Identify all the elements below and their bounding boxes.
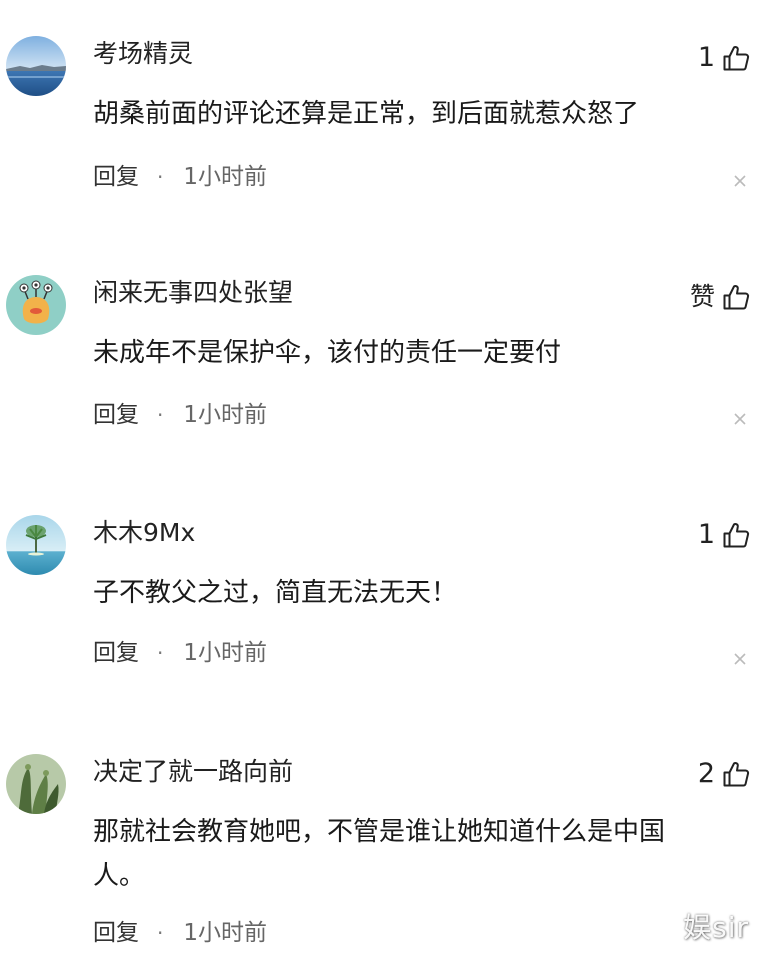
separator-dot: · bbox=[157, 921, 164, 945]
comment-text: 未成年不是保护伞，该付的责任一定要付 bbox=[93, 338, 562, 368]
like-count: 1 bbox=[697, 42, 715, 73]
username[interactable]: 闲来无事四处张望 bbox=[93, 277, 293, 309]
comment-meta: 回复 · 1小时前 bbox=[93, 918, 267, 948]
user-avatar[interactable] bbox=[6, 36, 66, 96]
avatar-plant-icon bbox=[6, 754, 66, 814]
reply-button[interactable]: 回复 bbox=[93, 400, 139, 430]
user-avatar[interactable] bbox=[6, 275, 66, 335]
like-button[interactable]: 1 bbox=[698, 517, 750, 553]
thumbs-up-icon bbox=[723, 523, 750, 548]
comment-meta: 回复 · 1小时前 bbox=[93, 638, 267, 668]
avatar-tree-icon bbox=[6, 515, 66, 575]
username[interactable]: 考场精灵 bbox=[93, 38, 193, 70]
like-count: 1 bbox=[697, 519, 715, 550]
user-avatar[interactable] bbox=[6, 515, 66, 575]
watermark: 娱sir bbox=[683, 911, 749, 944]
close-icon[interactable] bbox=[732, 651, 748, 667]
comment-text: 子不教父之过，简直无法无天！ bbox=[93, 578, 458, 608]
reply-button[interactable]: 回复 bbox=[93, 918, 139, 948]
avatar-monster-icon bbox=[6, 275, 66, 335]
like-button[interactable]: 赞 bbox=[690, 279, 750, 315]
user-avatar[interactable] bbox=[6, 754, 66, 814]
comment-text: 那就社会教育她吧，不管是谁让她知道什么是中国人。 bbox=[93, 817, 666, 891]
like-label: 赞 bbox=[689, 282, 715, 311]
separator-dot: · bbox=[157, 403, 164, 427]
like-count: 2 bbox=[697, 758, 715, 789]
comment-text: 胡桑前面的评论还算是正常，到后面就惹众怒了 bbox=[93, 99, 640, 129]
like-button[interactable]: 2 bbox=[698, 756, 750, 792]
timestamp: 1小时前 bbox=[183, 920, 267, 946]
thumbs-up-icon bbox=[723, 285, 750, 310]
close-icon[interactable] bbox=[732, 173, 748, 189]
username[interactable]: 木木9Mx bbox=[93, 517, 195, 549]
reply-button[interactable]: 回复 bbox=[93, 162, 139, 192]
timestamp: 1小时前 bbox=[183, 164, 267, 190]
separator-dot: · bbox=[157, 641, 164, 665]
comment-meta: 回复 · 1小时前 bbox=[93, 162, 267, 192]
timestamp: 1小时前 bbox=[183, 402, 267, 428]
avatar-lake-icon bbox=[6, 36, 66, 96]
comment-meta: 回复 · 1小时前 bbox=[93, 400, 267, 430]
thumbs-up-icon bbox=[723, 762, 750, 787]
timestamp: 1小时前 bbox=[183, 640, 267, 666]
reply-button[interactable]: 回复 bbox=[93, 638, 139, 668]
separator-dot: · bbox=[157, 165, 164, 189]
comment-list: 考场精灵 1 胡桑前面的评论还算是正常，到后面就惹众怒了 回复 · 1小时前 闲… bbox=[0, 0, 759, 962]
thumbs-up-icon bbox=[723, 46, 750, 71]
username[interactable]: 决定了就一路向前 bbox=[93, 756, 293, 788]
like-button[interactable]: 1 bbox=[698, 40, 750, 76]
close-icon[interactable] bbox=[732, 411, 748, 427]
